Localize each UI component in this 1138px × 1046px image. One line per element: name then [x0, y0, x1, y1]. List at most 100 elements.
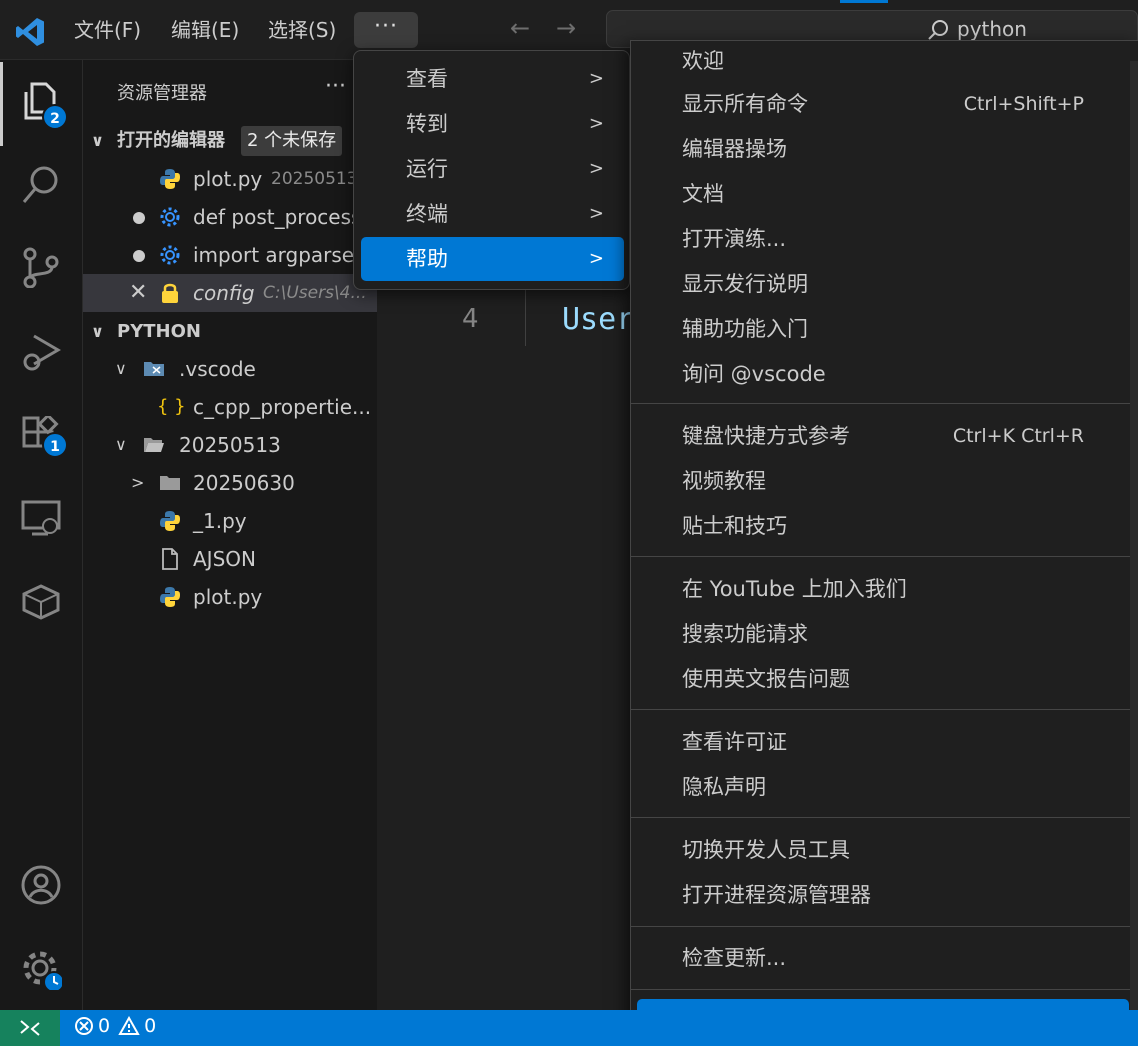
help-check-updates[interactable]: 检查更新... [637, 936, 1129, 980]
forward-arrow-icon[interactable]: → [556, 14, 576, 42]
accent-bar [840, 0, 888, 3]
help-welcome[interactable]: 欢迎 [637, 41, 1129, 83]
help-feature-requests[interactable]: 搜索功能请求 [637, 612, 1129, 656]
tree-item[interactable]: ∨ 20250513 [83, 426, 377, 464]
tree-item[interactable]: _1.py [83, 502, 377, 540]
search-text: python [957, 17, 1027, 41]
help-privacy[interactable]: 隐私声明 [637, 765, 1129, 809]
help-submenu: 欢迎 显示所有命令 Ctrl+Shift+P 编辑器操场 文档 打开演练... 显… [630, 40, 1138, 1046]
sidebar-more-button[interactable]: ··· [325, 74, 346, 99]
run-debug-activity[interactable] [0, 312, 83, 388]
menu-help[interactable]: 帮助 > [361, 237, 624, 281]
open-editors-header[interactable]: ∨ 打开的编辑器 2 个未保存 [83, 122, 377, 160]
menu-label: 转到 [406, 112, 448, 136]
open-editor-item[interactable]: def post_process [83, 198, 377, 236]
menu-view[interactable]: 查看 > [361, 57, 624, 101]
remote-explorer-icon [21, 500, 61, 536]
open-editor-item[interactable]: ✕ config C:\Users\4... [83, 274, 377, 312]
close-icon[interactable]: ✕ [129, 274, 147, 312]
help-dev-tools[interactable]: 切换开发人员工具 [637, 828, 1129, 872]
folder-open-icon [144, 438, 164, 452]
chevron-right-icon: > [588, 158, 604, 179]
explorer-activity[interactable]: 2 [0, 62, 83, 146]
chevron-right-icon: > [588, 113, 604, 134]
back-arrow-icon[interactable]: ← [510, 14, 530, 42]
help-walkthrough[interactable]: 打开演练... [637, 217, 1129, 261]
accounts-activity[interactable] [0, 846, 83, 922]
file-name: import argparse [193, 243, 355, 267]
menu-label: 视频教程 [682, 469, 766, 493]
open-editor-item[interactable]: plot.py 20250513 [83, 160, 377, 198]
menu-label: 运行 [406, 157, 448, 181]
menu-label: 显示发行说明 [682, 272, 808, 296]
chevron-down-icon: ∨ [91, 131, 104, 150]
menu-scrollbar[interactable] [1130, 61, 1138, 1041]
menu-label: 编辑器操场 [682, 137, 787, 161]
help-process-explorer[interactable]: 打开进程资源管理器 [637, 873, 1129, 917]
help-release-notes[interactable]: 显示发行说明 [637, 262, 1129, 306]
menu-label: 打开进程资源管理器 [682, 883, 871, 907]
menu-label: 查看许可证 [682, 730, 787, 754]
chevron-right-icon: > [131, 473, 145, 492]
tree-item[interactable]: { } c_cpp_propertie... [83, 388, 377, 426]
vscode-logo-icon [16, 18, 44, 46]
remote-explorer-activity[interactable] [0, 480, 83, 556]
chevron-down-icon: ∨ [115, 359, 127, 378]
help-show-all-commands[interactable]: 显示所有命令 Ctrl+Shift+P [637, 82, 1129, 126]
menu-label: 贴士和技巧 [682, 514, 787, 538]
search-icon [22, 166, 58, 203]
help-documentation[interactable]: 文档 [637, 172, 1129, 216]
chevron-down-icon: ∨ [115, 435, 127, 454]
source-control-icon [23, 247, 59, 288]
error-icon [75, 1017, 93, 1035]
menu-edit[interactable]: 编辑(E) [171, 15, 239, 45]
help-ask-vscode[interactable]: 询问 @vscode [637, 352, 1129, 396]
extensions-activity[interactable]: 1 [0, 398, 83, 474]
help-accessibility[interactable]: 辅助功能入门 [637, 307, 1129, 351]
help-video-tutorials[interactable]: 视频教程 [637, 459, 1129, 503]
more-menus-button[interactable]: ··· [354, 12, 418, 48]
menu-file[interactable]: 文件(F) [74, 15, 141, 45]
file-path: C:\Users\4... [263, 283, 367, 303]
folder-header[interactable]: ∨ PYTHON [83, 313, 377, 351]
tree-item[interactable]: AJSON [83, 540, 377, 578]
code-text[interactable]: User [562, 302, 634, 337]
testing-activity[interactable] [0, 562, 83, 638]
menu-run[interactable]: 运行 > [361, 147, 624, 191]
menu-selection[interactable]: 选择(S) [268, 15, 336, 45]
help-license[interactable]: 查看许可证 [637, 720, 1129, 764]
source-control-activity[interactable] [0, 228, 83, 304]
folder-name: 20250630 [193, 471, 295, 495]
problems-indicator[interactable]: 0 0 [74, 1015, 156, 1037]
menu-separator [631, 817, 1138, 818]
help-editor-playground[interactable]: 编辑器操场 [637, 127, 1129, 171]
help-report-issue[interactable]: 使用英文报告问题 [637, 657, 1129, 701]
help-tips-tricks[interactable]: 贴士和技巧 [637, 504, 1129, 548]
remote-indicator[interactable] [0, 1010, 60, 1046]
open-editor-item[interactable]: import argparse [83, 236, 377, 274]
menu-separator [631, 556, 1138, 557]
code-separator [525, 290, 526, 346]
tree-item[interactable]: > 20250630 [83, 464, 377, 502]
chevron-right-icon: > [588, 203, 604, 224]
help-keyboard-shortcuts[interactable]: 键盘快捷方式参考 Ctrl+K Ctrl+R [637, 414, 1129, 458]
menu-label: 键盘快捷方式参考 [682, 424, 850, 448]
python-icon [160, 511, 180, 531]
account-icon [21, 865, 61, 905]
help-youtube[interactable]: 在 YouTube 上加入我们 [637, 567, 1129, 611]
menu-separator [631, 403, 1138, 404]
chevron-down-icon: ∨ [91, 322, 104, 341]
menu-label: 查看 [406, 67, 448, 91]
tree-item[interactable]: plot.py [83, 578, 377, 616]
menu-label: 打开演练... [682, 227, 787, 251]
remote-icon [20, 1020, 40, 1036]
python-icon [160, 169, 180, 189]
tree-item[interactable]: ∨ .vscode [83, 350, 377, 388]
search-icon [928, 20, 948, 40]
menu-label: 搜索功能请求 [682, 622, 808, 646]
search-activity[interactable] [0, 146, 83, 222]
folder-icon [160, 476, 180, 490]
menu-terminal[interactable]: 终端 > [361, 192, 624, 236]
manage-activity[interactable] [0, 930, 83, 1006]
menu-goto[interactable]: 转到 > [361, 102, 624, 146]
